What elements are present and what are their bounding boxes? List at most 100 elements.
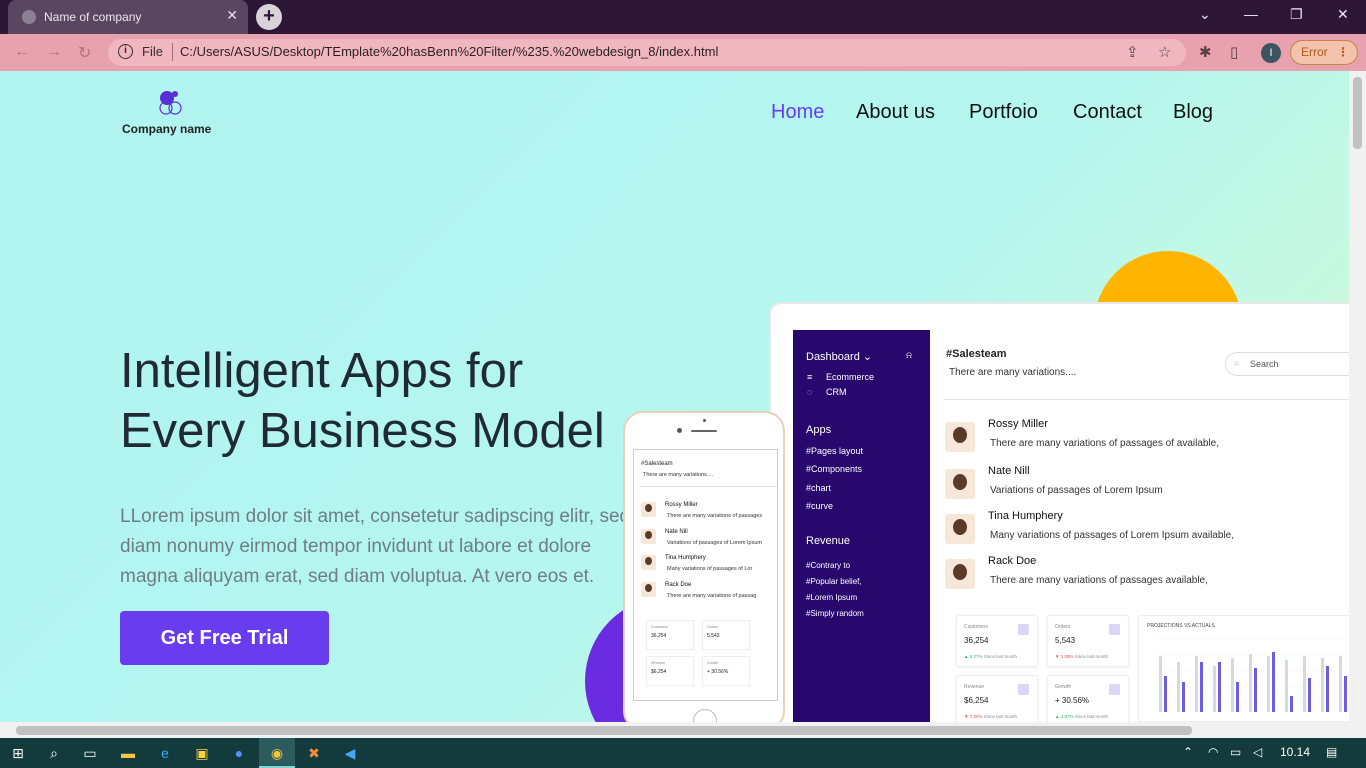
profile-avatar[interactable]: I <box>1261 43 1281 63</box>
chrome-icon[interactable]: ◉ <box>268 744 286 762</box>
avatar <box>945 469 975 499</box>
new-tab-button[interactable]: + <box>256 4 282 30</box>
side-panel-icon[interactable]: ▯ <box>1230 43 1238 61</box>
revenue-heading: Revenue <box>806 535 851 547</box>
nav-about[interactable]: About us <box>856 101 935 124</box>
phone-title: #Salesteam <box>641 461 673 467</box>
restore-button[interactable]: ❐ <box>1290 6 1303 23</box>
minimize-button[interactable]: — <box>1244 6 1258 22</box>
phone-speaker <box>691 430 717 432</box>
task-view-icon[interactable]: ▭ <box>81 744 99 762</box>
bookmark-star-icon[interactable]: ☆ <box>1158 43 1171 61</box>
edge-icon[interactable]: e <box>156 744 174 762</box>
horizontal-scrollbar[interactable] <box>0 722 1366 738</box>
users-icon <box>1018 624 1029 635</box>
site-info-icon[interactable]: i <box>118 44 133 59</box>
menu-icon: ⋮ <box>1337 45 1349 59</box>
stat-value: + 30.56% <box>1055 696 1090 705</box>
notification-icon[interactable]: ▤ <box>1326 745 1337 759</box>
nav-contact[interactable]: Contact <box>1073 101 1142 124</box>
dashboard-title: Dashboard ⌄ <box>806 351 873 363</box>
windows-start-icon[interactable]: ⊞ <box>9 744 27 762</box>
hero-description: LLorem ipsum dolor sit amet, consetetur … <box>120 502 640 592</box>
stat-card: Revenue $6,254 <box>646 656 694 686</box>
nav-home[interactable]: Home <box>771 101 824 124</box>
person-desc: Variations of passages of Lorem Ipsum <box>990 485 1163 496</box>
person-name: Tina Humphery <box>988 510 1063 522</box>
stat-value: $6,254 <box>651 669 667 675</box>
search-icon[interactable]: ⌕ <box>45 744 63 762</box>
person-name: Rack Doe <box>665 582 692 588</box>
error-button[interactable]: Error ⋮ <box>1290 40 1358 65</box>
stat-label: Orders <box>707 625 718 629</box>
avatar <box>641 529 656 544</box>
hero-text-line: diam nonumy eirmod tempor invidunt ut la… <box>120 536 592 557</box>
url-text[interactable]: C:/Users/ASUS/Desktop/TEmplate%20hasBenn… <box>180 44 718 59</box>
reload-icon[interactable]: ↻ <box>78 43 91 63</box>
avatar <box>641 502 656 517</box>
phone-camera <box>677 428 682 433</box>
stat-value: + 30.56% <box>707 669 729 675</box>
address-bar[interactable]: i File C:/Users/ASUS/Desktop/TEmplate%20… <box>108 39 1186 66</box>
battery-icon[interactable]: ▭ <box>1230 745 1241 759</box>
divider <box>640 486 777 487</box>
stat-label: Growth <box>1055 684 1072 690</box>
browser-tab-strip: Name of company ✕ + ⌄ — ❐ ✕ <box>0 0 1366 34</box>
person-desc: Many variations of passages of Lor <box>667 566 753 572</box>
company-name[interactable]: Company name <box>122 122 211 136</box>
divider <box>172 43 173 61</box>
bar-chart-graphic <box>1157 637 1349 712</box>
stat-label: Revenue <box>651 661 666 665</box>
stat-value: 5,543 <box>707 633 720 639</box>
list-item: Rack Doe There are many variations of pa… <box>641 582 777 606</box>
close-tab-icon[interactable]: ✕ <box>226 7 238 24</box>
dashboard-sidebar: Dashboard ⌄ ⍾ ≡ Ecommerce ◌ CRM Apps #Pa… <box>793 330 930 722</box>
scrollbar-thumb[interactable] <box>16 726 1192 735</box>
vertical-scrollbar[interactable] <box>1349 71 1366 722</box>
clock-time[interactable]: 10.14 <box>1280 745 1310 759</box>
list-item: Rack Doe There are many variations of pa… <box>945 555 1349 595</box>
company-logo-icon[interactable] <box>156 88 188 118</box>
menu-icon: ≡ <box>807 372 813 382</box>
tab-search-icon[interactable]: ⌄ <box>1199 6 1211 23</box>
search-icon: ⌕ <box>1234 358 1240 369</box>
salesteam-subtitle: There are many variations.... <box>949 367 1077 378</box>
file-explorer-icon[interactable]: ▬ <box>119 744 137 762</box>
avatar <box>945 514 975 544</box>
growth-icon <box>1109 684 1120 695</box>
hero-title-line: Intelligent Apps for <box>120 344 524 398</box>
person-name: Nate Nill <box>665 529 688 535</box>
back-icon[interactable]: ← <box>14 43 30 61</box>
stat-card: Growth + 30.56% ▲ 4.87% Since last month <box>1047 675 1129 722</box>
nav-blog[interactable]: Blog <box>1173 101 1213 124</box>
xampp-icon[interactable]: ✖ <box>305 744 323 762</box>
stat-label: Orders <box>1055 624 1071 630</box>
extensions-icon[interactable]: ✱ <box>1199 43 1212 61</box>
sidebar-item-ecommerce: Ecommerce <box>826 372 875 382</box>
globe-icon <box>22 10 36 24</box>
person-desc: There are many variations of passag <box>667 593 757 599</box>
show-hidden-icons-icon[interactable]: ⌃ <box>1183 745 1193 759</box>
list-item: Rossy Miller There are many variations o… <box>641 502 777 526</box>
forward-icon[interactable]: → <box>46 43 62 61</box>
stat-card: Orders 5,543 <box>702 620 750 650</box>
wifi-icon[interactable]: ◠ <box>1208 745 1218 759</box>
phone-mockup: #Salesteam There are many variations....… <box>623 411 785 722</box>
phone-subtitle: There are many variations.... <box>643 472 714 478</box>
zoom-icon[interactable]: ● <box>230 744 248 762</box>
phone-sensor <box>703 419 706 422</box>
close-window-button[interactable]: ✕ <box>1337 6 1349 23</box>
volume-icon[interactable]: ◁ <box>1253 745 1262 759</box>
stat-change: ▲ 4.87% Since last month <box>1055 714 1109 719</box>
share-icon[interactable]: ⇪ <box>1126 43 1139 61</box>
vscode-icon[interactable]: ◀ <box>341 744 359 762</box>
nav-portfolio[interactable]: Portfoio <box>969 101 1038 124</box>
person-desc: Many variations of passages of Lorem Ips… <box>990 530 1235 541</box>
avatar <box>945 422 975 452</box>
browser-tab[interactable]: Name of company ✕ <box>8 0 248 34</box>
laptop-mockup: Dashboard ⌄ ⍾ ≡ Ecommerce ◌ CRM Apps #Pa… <box>769 302 1349 722</box>
store-icon[interactable]: ▣ <box>193 744 211 762</box>
get-free-trial-button[interactable]: Get Free Trial <box>120 611 329 665</box>
stat-card: Revenue $6,254 ▼ 7.00% Since last month <box>956 675 1038 722</box>
scrollbar-thumb[interactable] <box>1353 77 1362 149</box>
